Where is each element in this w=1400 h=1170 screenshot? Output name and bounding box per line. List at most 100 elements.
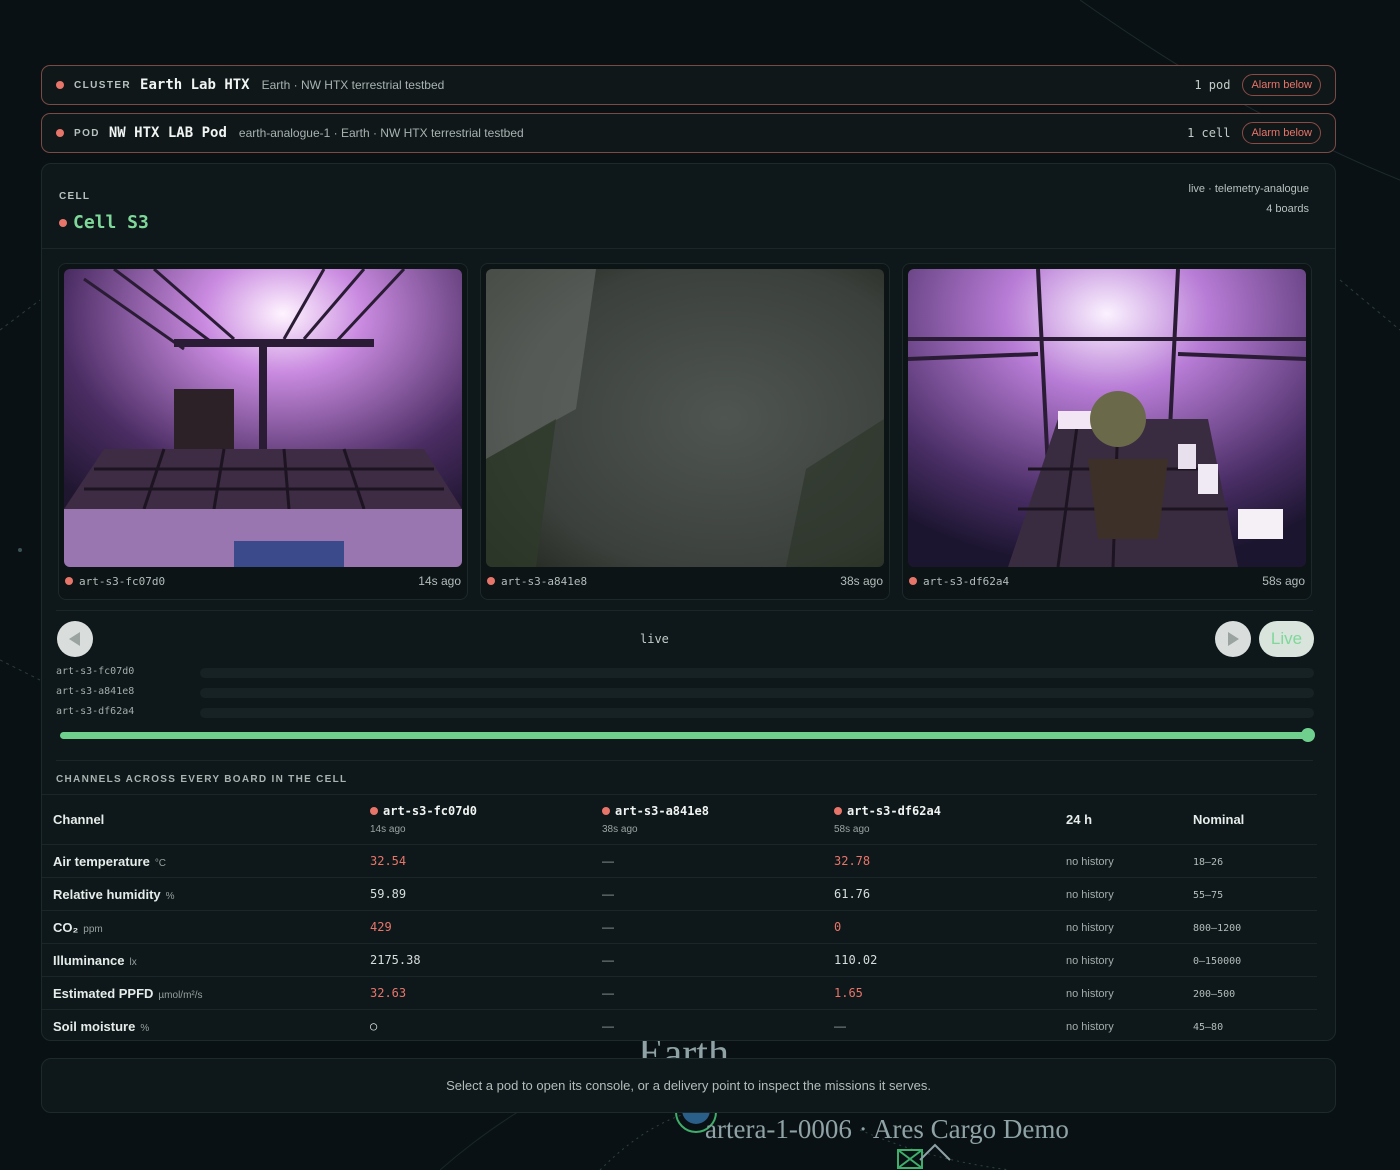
channels-table: Channel art-s3-fc07d0 14s ago art-s3-a84… xyxy=(42,794,1317,1042)
board-age: 38s ago xyxy=(602,824,638,835)
camera-image xyxy=(64,269,462,567)
camera-image xyxy=(908,269,1306,567)
table-cell: 32.63 xyxy=(370,976,602,1010)
table-cell: 110.02 xyxy=(834,943,1066,977)
camera-board-id: art-s3-df62a4 xyxy=(923,574,1010,588)
channels-divider xyxy=(56,760,1313,761)
channel-value: 2175.38 xyxy=(370,953,421,967)
live-button[interactable]: Live xyxy=(1259,621,1314,657)
track-label: art-s3-df62a4 xyxy=(56,706,135,717)
table-cell: 2175.38 xyxy=(370,943,602,977)
playback-divider xyxy=(56,610,1313,611)
table-cell: 800–1200 xyxy=(1193,910,1317,944)
channel-unit: % xyxy=(140,1022,150,1034)
track-bar[interactable] xyxy=(200,708,1314,718)
channel-value: 32.54 xyxy=(370,854,407,868)
table-cell: 0–150000 xyxy=(1193,943,1317,977)
table-cell: Illuminance lx xyxy=(42,943,370,977)
channel-nominal: 200–500 xyxy=(1193,989,1236,1000)
table-cell: 200–500 xyxy=(1193,976,1317,1010)
table-cell: — xyxy=(602,844,834,878)
board-column-header: art-s3-df62a4 58s ago xyxy=(834,794,1066,845)
table-cell: 1.65 xyxy=(834,976,1066,1010)
table-cell: — xyxy=(602,910,834,944)
table-cell: 55–75 xyxy=(1193,877,1317,911)
channel-value: 32.63 xyxy=(370,986,407,1000)
table-cell: 59.89 xyxy=(370,877,602,911)
scrubber-handle[interactable] xyxy=(1301,728,1315,742)
cluster-kind-label: CLUSTER xyxy=(74,79,132,91)
pod-name: NW HTX LAB Pod xyxy=(108,125,227,141)
pod-alarm-badge: Alarm below xyxy=(1242,122,1321,144)
camera-age: 58s ago xyxy=(1262,574,1305,588)
channel-name: CO₂ xyxy=(53,919,79,935)
step-back-button[interactable] xyxy=(57,621,93,657)
channel-value: 429 xyxy=(370,920,392,934)
camera-status-dot xyxy=(65,577,73,585)
track-bar[interactable] xyxy=(200,688,1314,698)
table-cell: ○ xyxy=(370,1009,602,1042)
cell-status-dot xyxy=(59,218,67,227)
cell-board-count: 4 boards xyxy=(1266,203,1309,215)
camera-age: 14s ago xyxy=(418,574,461,588)
camera-card[interactable]: art-s3-df62a4 58s ago xyxy=(902,263,1312,600)
channel-value: — xyxy=(602,854,614,868)
cell-status-mode: live · telemetry-analogue xyxy=(1188,183,1309,195)
cell-title: Cell S3 xyxy=(59,212,149,233)
table-cell: no history xyxy=(1066,910,1193,944)
playback-scrubber[interactable] xyxy=(60,732,1308,739)
channel-unit: ppm xyxy=(83,923,103,935)
channel-value: 1.65 xyxy=(834,986,863,1000)
channel-history: no history xyxy=(1066,1021,1114,1033)
camera-age: 38s ago xyxy=(840,574,883,588)
board-status-dot xyxy=(370,807,378,815)
channel-column-header: Channel xyxy=(42,794,370,845)
map-route-label[interactable]: artera-1-0006 · Ares Cargo Demo xyxy=(705,1114,1069,1145)
channel-history: no history xyxy=(1066,889,1114,901)
channel-row: Relative humidity% 59.89— 61.76 no history 5… xyxy=(42,877,1317,911)
channel-value: — xyxy=(602,887,614,901)
camera-card[interactable]: art-s3-fc07d0 14s ago xyxy=(58,263,468,600)
table-cell: Air temperature °C xyxy=(42,844,370,878)
channel-value: — xyxy=(602,953,614,967)
channel-row: Air temperature °C 32.54 — 32.78 no history 18… xyxy=(42,844,1317,878)
table-cell: — xyxy=(602,943,834,977)
camera-card[interactable]: art-s3-a841e8 38s ago xyxy=(480,263,890,600)
channel-nominal: 45–80 xyxy=(1193,1022,1224,1033)
channel-value: — xyxy=(602,1019,614,1033)
table-cell: no history xyxy=(1066,1009,1193,1042)
table-cell: Relative humidity% xyxy=(42,877,370,911)
table-cell: Estimated PPFD µmol/m²/s xyxy=(42,976,370,1010)
board-id: art-s3-a841e8 xyxy=(615,804,709,818)
nominal-column-header: Nominal xyxy=(1193,794,1317,845)
cluster-pod-count: 1 pod xyxy=(1194,78,1231,92)
table-cell: 18–26 xyxy=(1193,844,1317,878)
track-bar[interactable] xyxy=(200,668,1314,678)
step-forward-button[interactable] xyxy=(1215,621,1251,657)
camera-footer: art-s3-a841e8 38s ago xyxy=(487,574,883,588)
channel-unit: lx xyxy=(129,956,137,968)
channel-value: — xyxy=(602,920,614,934)
playback-state: live xyxy=(640,632,669,646)
play-back-icon xyxy=(69,632,80,646)
channel-history: no history xyxy=(1066,988,1114,1000)
board-id: art-s3-fc07d0 xyxy=(383,804,477,818)
cluster-alarm-badge: Alarm below xyxy=(1242,74,1321,96)
table-cell: — xyxy=(602,877,834,911)
table-cell: — xyxy=(602,1009,834,1042)
table-cell: Soil moisture% xyxy=(42,1009,370,1042)
board-column-header: art-s3-fc07d0 14s ago xyxy=(370,794,602,845)
cluster-bar[interactable]: CLUSTER Earth Lab HTX Earth · NW HTX ter… xyxy=(41,65,1336,105)
table-cell: no history xyxy=(1066,877,1193,911)
channel-nominal: 55–75 xyxy=(1193,890,1224,901)
channel-name: Relative humidity xyxy=(53,886,161,902)
channel-name: Illuminance xyxy=(53,952,125,968)
cell-status: live · telemetry-analogue 4 boards xyxy=(1189,179,1309,219)
camera-footer: art-s3-fc07d0 14s ago xyxy=(65,574,461,588)
channel-history: no history xyxy=(1066,856,1114,868)
cell-panel: CELL Cell S3 live · telemetry-analogue 4… xyxy=(41,163,1336,1042)
channel-value: 61.76 xyxy=(834,887,871,901)
channel-nominal: 0–150000 xyxy=(1193,956,1242,967)
table-cell: CO₂ ppm xyxy=(42,910,370,944)
pod-bar[interactable]: POD NW HTX LAB Pod earth-analogue-1 · Ea… xyxy=(41,113,1336,153)
